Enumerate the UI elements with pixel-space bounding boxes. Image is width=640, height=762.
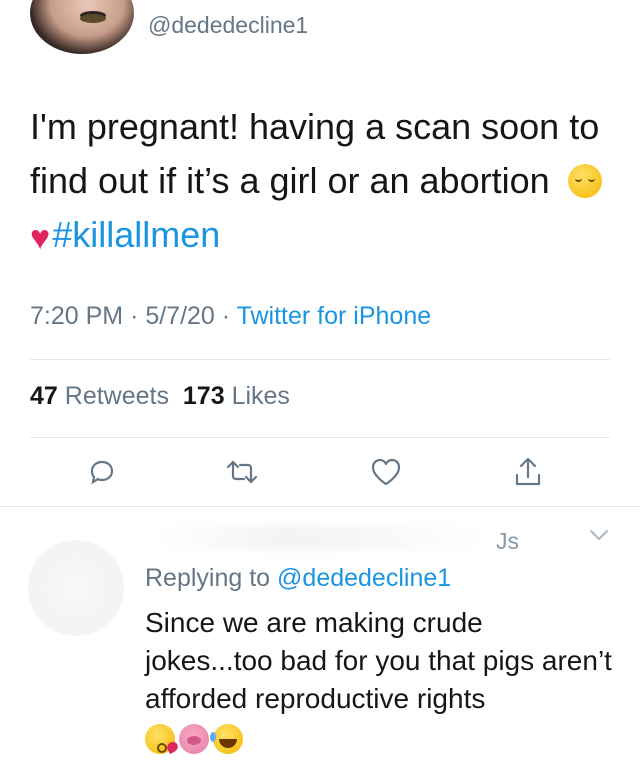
avatar-eye-detail	[80, 14, 106, 23]
tweet-date: 5/7/20	[145, 302, 215, 330]
reply-emojis	[145, 724, 243, 758]
chevron-down-icon	[590, 530, 608, 540]
tweet-actions	[0, 452, 640, 492]
meta-separator: ·	[214, 302, 237, 330]
relieved-face-emoji-icon	[567, 164, 602, 198]
retweets-count: 47	[30, 382, 58, 410]
tweet-stats: 47 Retweets 173 Likes	[30, 382, 290, 411]
tweet-meta: 7:20 PM · 5/7/20 · Twitter for iPhone	[30, 302, 431, 331]
reply-icon	[90, 460, 114, 485]
tweet-text-main: I'm pregnant! having a scan soon to find…	[30, 106, 600, 201]
retweet-icon	[226, 460, 258, 484]
pig-nose-emoji-icon	[179, 724, 209, 754]
divider	[0, 506, 640, 507]
author-handle[interactable]: @dededecline1	[148, 12, 308, 39]
hashtag-link[interactable]: #killallmen	[52, 214, 220, 255]
tweet-time: 7:20 PM	[30, 302, 124, 330]
kissing-face-emoji-icon	[145, 724, 175, 754]
reply-mention-link[interactable]: @dededecline1	[277, 564, 451, 592]
divider	[30, 359, 610, 360]
tears-of-joy-emoji-icon	[210, 724, 243, 754]
share-icon	[515, 457, 541, 486]
reply-author-name-redacted	[150, 526, 490, 550]
retweet-button[interactable]	[222, 452, 262, 492]
retweets-stat[interactable]: 47 Retweets	[30, 382, 169, 410]
tweet-text: I'm pregnant! having a scan soon to find…	[30, 100, 610, 265]
retweets-label: Retweets	[64, 382, 169, 410]
share-button[interactable]	[508, 452, 548, 492]
reply-author-avatar[interactable]	[28, 540, 124, 636]
likes-count: 173	[182, 382, 225, 410]
meta-separator: ·	[123, 302, 146, 330]
divider	[30, 437, 610, 438]
likes-label: Likes	[231, 382, 290, 410]
reply-text: Since we are making crude jokes...too ba…	[145, 607, 612, 714]
like-button[interactable]	[366, 452, 406, 492]
more-options-button[interactable]	[588, 528, 610, 547]
like-icon	[371, 458, 401, 486]
likes-stat[interactable]: 173 Likes	[183, 382, 290, 410]
reply-button[interactable]	[82, 452, 122, 492]
red-heart-emoji-icon: ♥	[30, 219, 51, 257]
tweet-source-link[interactable]: Twitter for iPhone	[237, 302, 432, 330]
replying-to-label: Replying to	[145, 564, 278, 592]
replying-to: Replying to @dededecline1	[145, 564, 451, 593]
reply-author-name-tail: Js	[496, 528, 519, 554]
author-avatar[interactable]	[30, 0, 134, 54]
